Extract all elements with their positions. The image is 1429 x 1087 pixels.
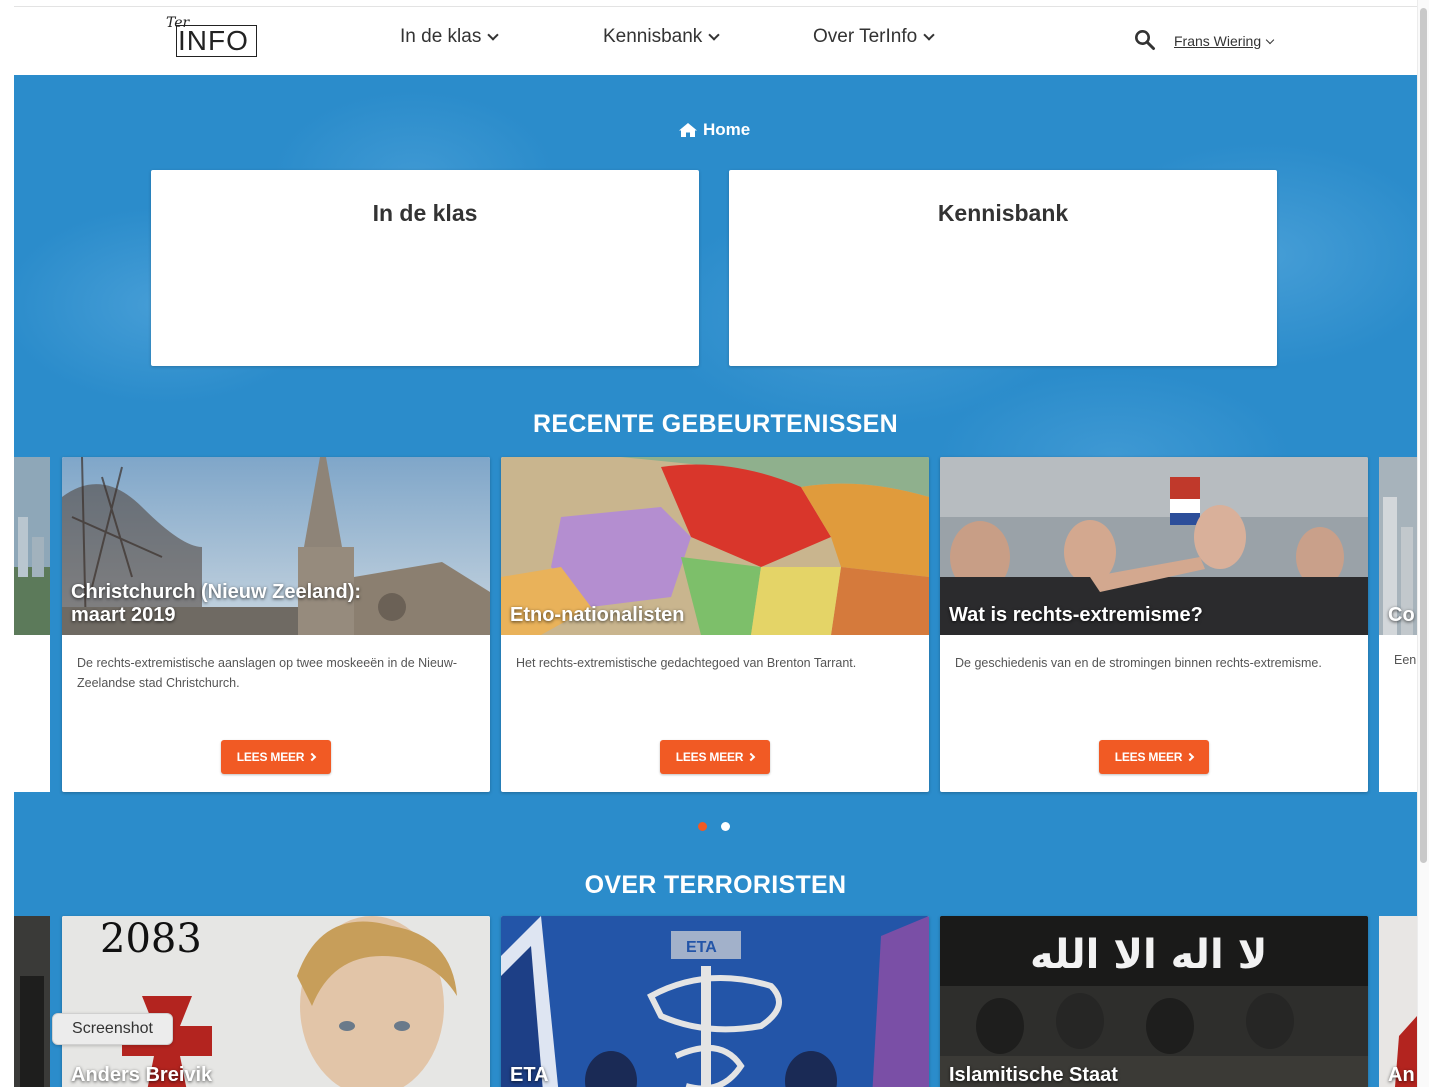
scrollbar-thumb[interactable] — [1420, 8, 1427, 863]
event-card[interactable]: Etno-nationalisten Het rechts-extremisti… — [501, 457, 929, 792]
breadcrumb-home: Home — [703, 120, 751, 139]
terrorist-card[interactable]: لا اله الا الله Islamitische Staat — [940, 916, 1368, 1087]
nav-label: Over TerInfo — [813, 26, 918, 47]
nav-label: In de klas — [400, 26, 482, 47]
screenshot-tooltip: Screenshot — [52, 1013, 173, 1045]
event-title: Etno-nationalisten — [510, 604, 685, 626]
carousel-peek-right[interactable]: Co Een — [1379, 457, 1417, 792]
carousel-dot-2[interactable] — [721, 822, 730, 831]
event-description: Het rechts-extremistische gedachtegoed v… — [516, 656, 857, 670]
islamic-state-image: لا اله الا الله — [940, 916, 1368, 1087]
hero-section: Home In de klas Kennisbank RECENTE GEBEU… — [14, 75, 1417, 1087]
nav-over-terinfo[interactable]: Over TerInfo — [813, 26, 935, 48]
peek-image — [1379, 916, 1417, 1087]
nav-kennisbank[interactable]: Kennisbank — [603, 26, 720, 48]
image-text-shahada: لا اله الا الله — [1030, 932, 1267, 978]
logo-text: INFO — [178, 25, 249, 56]
terrorist-title: Islamitische Staat — [949, 1064, 1118, 1086]
terrorist-card[interactable]: ETA ETA — [501, 916, 929, 1087]
section-title-recent: RECENTE GEBEURTENISSEN — [533, 410, 898, 438]
chevron-down-icon — [708, 28, 720, 41]
lees-meer-button[interactable]: LEES MEER — [1099, 740, 1209, 774]
terrorist-title: Anders Breivik — [71, 1064, 213, 1086]
event-image: Etno-nationalisten — [501, 457, 929, 635]
chevron-right-icon — [747, 752, 756, 762]
button-label: LEES MEER — [1114, 750, 1183, 764]
terrorist-peek-left[interactable] — [14, 916, 50, 1087]
section-title-terrorists: OVER TERRORISTEN — [584, 871, 847, 899]
event-description: De geschiedenis van en de stromingen bin… — [955, 656, 1322, 670]
event-description: De rechts-extremistische aanslagen op tw… — [77, 656, 458, 690]
nav-in-de-klas[interactable]: In de klas — [400, 26, 499, 48]
chevron-down-icon — [1265, 35, 1275, 44]
breivik-image: 2083 — [62, 916, 490, 1087]
terinfo-logo[interactable]: Ter INFO — [162, 15, 257, 64]
lees-meer-button[interactable]: LEES MEER — [660, 740, 770, 774]
home-icon — [679, 123, 697, 137]
scrollbar[interactable] — [1417, 0, 1429, 1087]
event-description: Een — [1394, 653, 1417, 667]
site-header: Ter INFO In de klas Kennisbank Over TerI… — [14, 7, 1417, 75]
user-menu[interactable]: Frans Wiering — [1174, 33, 1275, 49]
user-name: Frans Wiering — [1174, 33, 1262, 49]
search-icon[interactable] — [1134, 29, 1156, 51]
button-label: LEES MEER — [236, 750, 305, 764]
button-label: LEES MEER — [675, 750, 744, 764]
chevron-right-icon — [308, 752, 317, 762]
event-card[interactable]: Wat is rechts-extremisme? De geschiedeni… — [940, 457, 1368, 792]
event-card[interactable]: Christchurch (Nieuw Zeeland): maart 2019… — [62, 457, 490, 792]
tile-title: Kennisbank — [937, 200, 1069, 226]
image-text-eta: ETA — [686, 939, 717, 956]
tile-in-de-klas[interactable]: In de klas — [151, 170, 699, 366]
event-image: Wat is rechts-extremisme? — [940, 457, 1368, 635]
carousel-peek-left[interactable] — [14, 457, 50, 792]
image-text-2083: 2083 — [100, 916, 202, 962]
chevron-down-icon — [923, 28, 935, 41]
event-title: Christchurch (Nieuw Zeeland): maart 2019 — [71, 581, 362, 626]
event-title: Co — [1388, 604, 1415, 626]
terrorist-title: An — [1388, 1064, 1415, 1086]
terrorist-peek-right[interactable]: An — [1379, 916, 1417, 1087]
tile-title: In de klas — [372, 200, 478, 226]
eta-image: ETA — [501, 916, 929, 1087]
terrorist-card[interactable]: 2083 Anders Breivik — [62, 916, 490, 1087]
lees-meer-button[interactable]: LEES MEER — [221, 740, 331, 774]
page-left-margin — [0, 0, 14, 1087]
nav-label: Kennisbank — [603, 26, 703, 47]
event-title: Wat is rechts-extremisme? — [949, 604, 1203, 626]
chevron-down-icon — [487, 28, 499, 41]
event-image: Christchurch (Nieuw Zeeland): maart 2019 — [62, 457, 490, 635]
peek-image — [14, 916, 50, 1087]
terrorist-title: ETA — [510, 1064, 549, 1086]
breadcrumb[interactable]: Home — [678, 120, 750, 140]
chevron-right-icon — [1186, 752, 1195, 762]
peek-image — [14, 457, 50, 635]
tile-kennisbank[interactable]: Kennisbank — [729, 170, 1277, 366]
carousel-dot-1[interactable] — [698, 822, 707, 831]
